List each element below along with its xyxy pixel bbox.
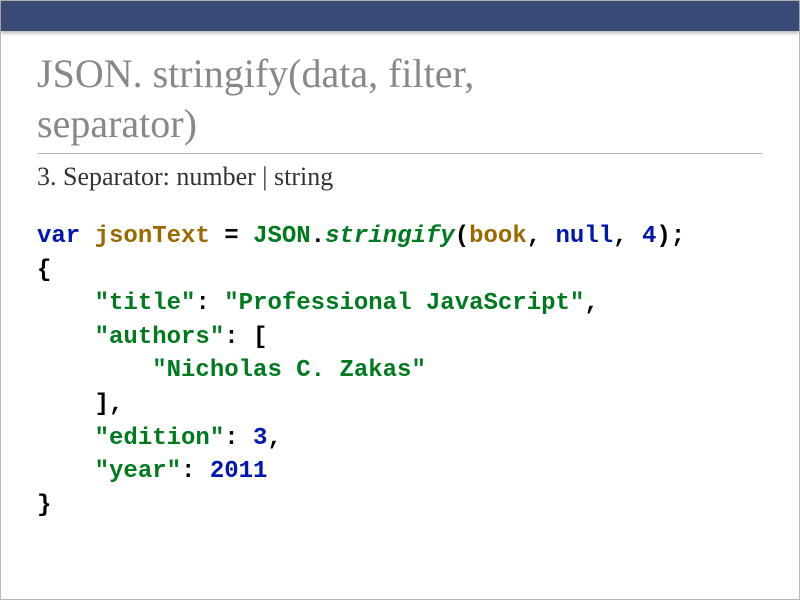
comma1: ,: [527, 223, 556, 250]
brace-close: }: [37, 492, 51, 519]
paren-close: );: [656, 223, 685, 250]
comma2: ,: [613, 223, 642, 250]
slide-title-line2: separator): [37, 101, 763, 154]
key-edition: "edition": [95, 425, 225, 452]
colon-t: :: [195, 290, 224, 317]
key-year: "year": [95, 458, 181, 485]
dot: .: [311, 223, 325, 250]
brace-open: {: [37, 257, 51, 284]
colon-y: :: [181, 458, 210, 485]
slide-frame: JSON. stringify(data, filter, separator)…: [0, 0, 800, 600]
keyword-var: var: [37, 223, 80, 250]
header-bar: [1, 1, 799, 31]
keyword-null: null: [556, 223, 614, 250]
code-example: var jsonText = JSON.stringify(book, null…: [37, 220, 763, 522]
operator-eq: =: [210, 223, 253, 250]
array-close: ]: [95, 391, 109, 418]
comma-t: ,: [584, 290, 598, 317]
key-title: "title": [95, 290, 196, 317]
number-4: 4: [642, 223, 656, 250]
array-open: [: [253, 324, 267, 351]
identifier-jsontext: jsonText: [95, 223, 210, 250]
method-stringify: stringify: [325, 223, 455, 250]
colon-a: :: [224, 324, 253, 351]
comma-e: ,: [267, 425, 281, 452]
content: JSON. stringify(data, filter, separator)…: [1, 31, 799, 522]
val-title: "Professional JavaScript": [224, 290, 584, 317]
val-author: "Nicholas C. Zakas": [152, 357, 426, 384]
class-json: JSON: [253, 223, 311, 250]
arg-book: book: [469, 223, 527, 250]
colon-e: :: [224, 425, 253, 452]
val-edition: 3: [253, 425, 267, 452]
val-year: 2011: [210, 458, 268, 485]
paren-open: (: [455, 223, 469, 250]
slide-subtitle: 3. Separator: number | string: [37, 162, 763, 192]
slide-title-line1: JSON. stringify(data, filter,: [37, 51, 763, 97]
comma-a: ,: [109, 391, 123, 418]
key-authors: "authors": [95, 324, 225, 351]
